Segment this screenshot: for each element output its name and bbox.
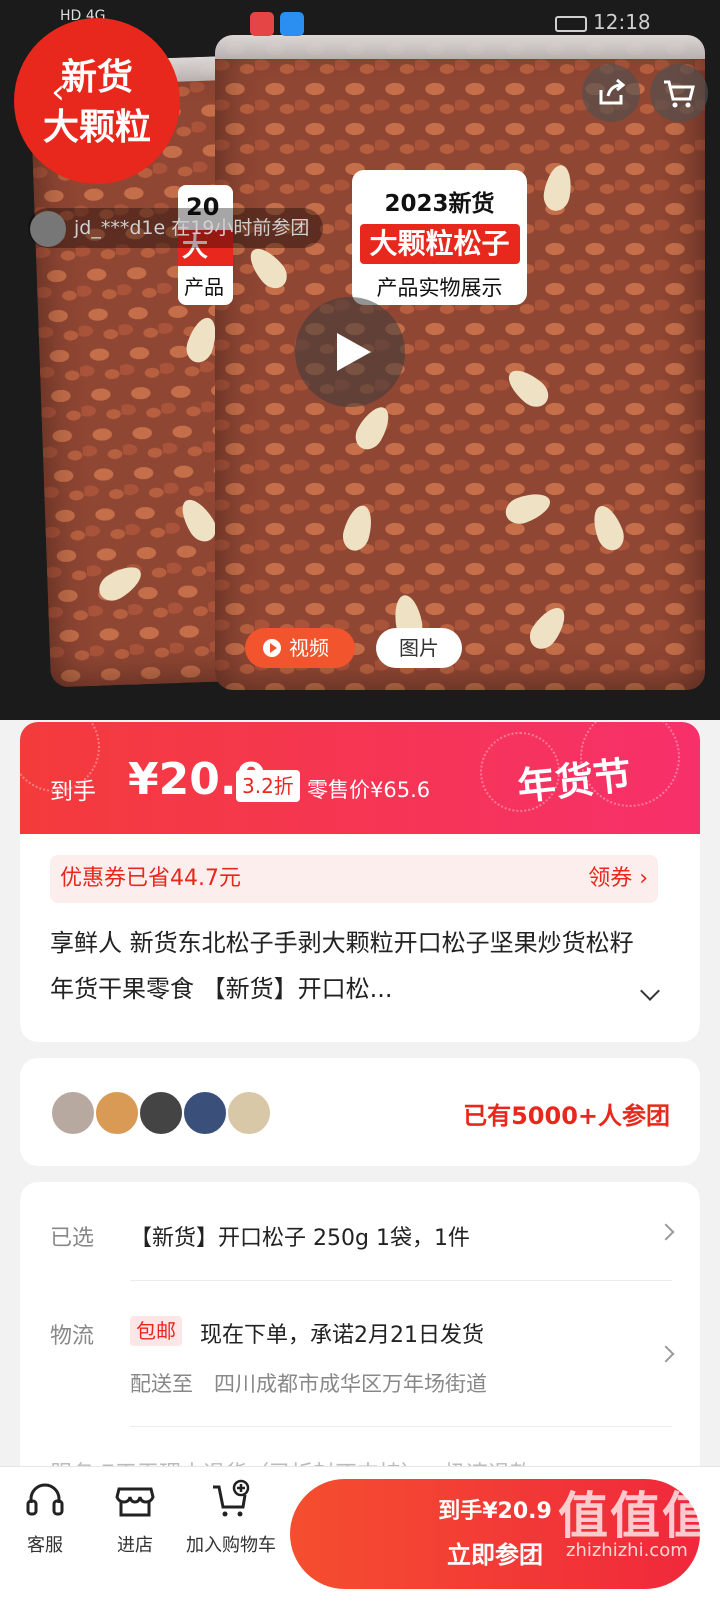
selected-variant[interactable]: 【新货】开口松子 250g 1袋，1件 xyxy=(130,1220,470,1252)
divider xyxy=(130,1426,672,1427)
tab-video[interactable]: 视频 xyxy=(245,628,355,668)
pack-label-title: 大颗粒松子 xyxy=(359,224,520,264)
buyer-avatar xyxy=(30,210,66,247)
price-card: 到手 ¥20.9 3.2折 零售价¥65.6 年货节 优惠券已省44.7元 领券… xyxy=(20,722,700,1042)
play-icon[interactable] xyxy=(295,297,405,407)
watermark-logo: 值值值 xyxy=(558,1487,714,1545)
clock: 12:18 xyxy=(593,10,651,34)
avatar xyxy=(94,1090,140,1136)
claim-coupon-button[interactable]: 领券 › xyxy=(588,855,648,903)
play-icon-small xyxy=(263,639,281,657)
notification-app-icon xyxy=(250,12,274,36)
retail-price: 零售价¥65.6 xyxy=(307,778,431,802)
avatar xyxy=(182,1090,228,1136)
shop-button[interactable]: 进店 xyxy=(100,1479,170,1579)
shipping-promise: 现在下单，承诺2月21日发货 xyxy=(200,1323,484,1348)
product-bag-right xyxy=(215,35,705,690)
product-page: 20 大颗 产品 2023新货 大颗粒松子 产品实物展示 HD 4G 12:18… xyxy=(0,0,720,1600)
price-banner: 到手 ¥20.9 3.2折 零售价¥65.6 年货节 xyxy=(20,722,700,834)
group-count: 已有5000+人参团 xyxy=(463,1102,670,1130)
store-icon xyxy=(115,1487,155,1517)
watermark-url: zhizhizhi.com xyxy=(566,1540,688,1561)
coupon-row[interactable]: 优惠券已省44.7元 领券 › xyxy=(50,855,658,903)
product-title: 享鲜人 新货东北松子手剥大颗粒开口松子坚果炒货松籽年货干果零食 【新货】开口松.… xyxy=(50,929,634,1003)
recent-buyer-notice: jd_***d1e 在19小时前参团 xyxy=(28,208,324,248)
pack-label: 2023新货 大颗粒松子 产品实物展示 xyxy=(352,170,527,305)
divider xyxy=(130,1280,672,1281)
chevron-left-icon[interactable]: ‹ xyxy=(36,70,80,114)
chevron-right-icon[interactable] xyxy=(657,1223,675,1241)
customer-service-button[interactable]: 客服 xyxy=(15,1479,75,1579)
coupon-savings: 优惠券已省44.7元 xyxy=(60,866,241,891)
notification-app-icon-2 xyxy=(280,12,304,36)
cart-add-icon xyxy=(213,1479,250,1517)
headset-icon xyxy=(26,1483,64,1516)
group-buy-card[interactable]: 已有5000+人参团 xyxy=(20,1058,700,1166)
cart-icon xyxy=(664,80,695,108)
share-button[interactable] xyxy=(582,64,640,122)
battery-icon xyxy=(555,15,587,32)
chevron-down-icon[interactable] xyxy=(638,982,664,1008)
avatar xyxy=(50,1090,96,1136)
info-card: 已选 【新货】开口松子 250g 1袋，1件 物流 包邮 现在下单，承诺2月21… xyxy=(20,1182,700,1482)
chevron-right-icon[interactable] xyxy=(657,1345,675,1363)
logistics-label: 物流 xyxy=(50,1324,95,1349)
add-to-cart-button[interactable]: 加入购物车 xyxy=(176,1479,286,1579)
free-shipping-badge: 包邮 xyxy=(130,1316,182,1346)
status-right: 12:18 xyxy=(555,10,651,34)
avatar xyxy=(226,1090,272,1136)
discount-badge: 3.2折 xyxy=(236,770,300,802)
delivery-address[interactable]: 四川成都市成华区万年场街道 xyxy=(214,1368,487,1398)
avatar xyxy=(138,1090,184,1136)
deliver-to-label: 配送至 xyxy=(130,1372,193,1396)
price-prefix: 到手 xyxy=(50,779,96,805)
product-media-carousel[interactable]: 20 大颗 产品 2023新货 大颗粒松子 产品实物展示 HD 4G 12:18… xyxy=(0,0,720,720)
pack-label-caption: 产品实物展示 xyxy=(376,276,503,300)
pack-label-year: 2023新货 xyxy=(384,191,495,217)
selected-label: 已选 xyxy=(50,1226,95,1251)
cart-button[interactable] xyxy=(650,64,708,122)
share-icon xyxy=(599,78,626,105)
tab-photo[interactable]: 图片 xyxy=(376,628,462,668)
